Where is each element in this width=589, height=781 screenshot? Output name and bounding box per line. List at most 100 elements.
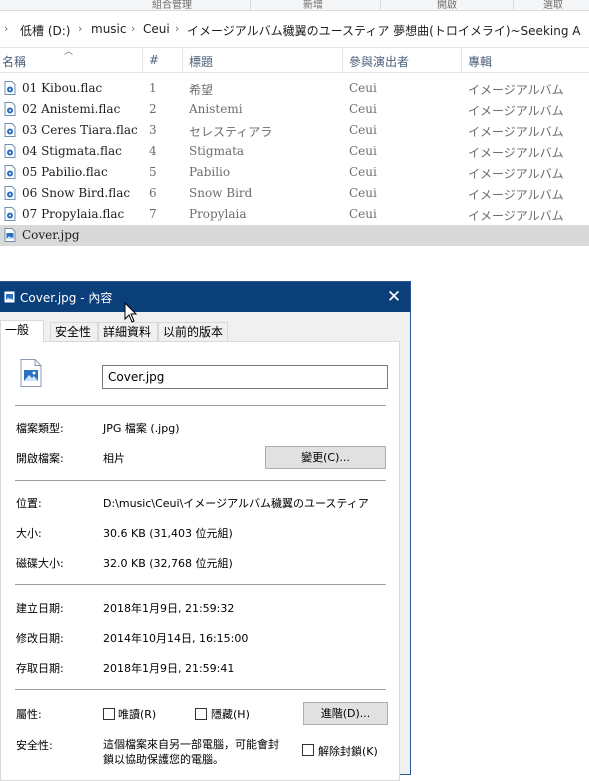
breadcrumb-drive[interactable]: 低槽 (D:): [20, 22, 70, 39]
dialog-title: Cover.jpg - 內容: [20, 291, 113, 305]
properties-dialog: Cover.jpg - 內容 ✕ 一般 安全性 詳細資料 以前的版本 Cover…: [0, 281, 411, 781]
general-panel: Cover.jpg 檔案類型: JPG 檔案 (.jpg) 開啟檔案: 相片 變…: [0, 341, 400, 781]
file-title: 希望: [189, 83, 214, 97]
advanced-button[interactable]: 進階(D)...: [303, 702, 388, 725]
tab-general[interactable]: 一般: [0, 320, 44, 342]
file-row[interactable]: 02 Anistemi.flac 2 Anistemi Ceui イメージアルバ…: [0, 99, 589, 120]
ribbon-group-organize: 組合管理: [152, 0, 192, 11]
file-title: Snow Bird: [189, 186, 253, 200]
column-name[interactable]: 名稱: [2, 53, 26, 70]
column-album[interactable]: 專輯: [468, 53, 492, 70]
breadcrumb-music[interactable]: music: [91, 22, 126, 36]
file-row[interactable]: 06 Snow Bird.flac 6 Snow Bird Ceui イメージア…: [0, 183, 589, 204]
file-row[interactable]: 04 Stigmata.flac 4 Stigmata Ceui イメージアルバ…: [0, 141, 589, 162]
file-title: Anistemi: [189, 102, 243, 116]
file-name: Cover.jpg: [22, 228, 80, 242]
accessed-value: 2018年1月9日, 21:59:41: [103, 662, 235, 675]
size-label: 大小:: [16, 527, 42, 540]
opens-with-label: 開啟檔案:: [16, 452, 64, 465]
file-album: イメージアルバム: [468, 167, 564, 181]
ribbon-group-open: 開啟: [437, 0, 457, 11]
readonly-checkbox[interactable]: [103, 708, 115, 720]
file-artist: Ceui: [349, 144, 377, 158]
security-text-line2: 鎖以協助保護您的電腦。: [103, 753, 224, 766]
file-title: セレスティアラ: [189, 125, 273, 139]
chevron-right-icon[interactable]: ›: [78, 22, 82, 35]
tab-strip: 一般 安全性 詳細資料 以前的版本: [0, 320, 410, 342]
file-row[interactable]: 01 Kibou.flac 1 希望 Ceui イメージアルバム: [0, 78, 589, 99]
breadcrumb-ceui[interactable]: Ceui: [143, 22, 170, 36]
file-artist: Ceui: [349, 165, 377, 179]
audio-file-icon: [4, 102, 16, 116]
modified-label: 修改日期:: [16, 632, 64, 645]
file-number: 5: [149, 165, 157, 179]
column-artist[interactable]: 參與演出者: [349, 53, 409, 70]
file-number: 1: [149, 81, 157, 95]
audio-file-icon: [4, 186, 16, 200]
file-row[interactable]: 05 Pabilio.flac 5 Pabilio Ceui イメージアルバム: [0, 162, 589, 183]
column-number[interactable]: #: [149, 53, 159, 67]
file-row[interactable]: 03 Ceres Tiara.flac 3 セレスティアラ Ceui イメージア…: [0, 120, 589, 141]
file-row-selected[interactable]: Cover.jpg: [0, 225, 589, 246]
file-name: 07 Propylaia.flac: [22, 207, 125, 221]
close-button[interactable]: ✕: [380, 284, 408, 310]
opens-with-value: 相片: [103, 452, 125, 465]
file-album: イメージアルバム: [468, 125, 564, 139]
unblock-checkbox[interactable]: [302, 744, 314, 756]
created-label: 建立日期:: [16, 602, 64, 615]
hidden-label[interactable]: 隱藏(H): [211, 706, 250, 722]
audio-file-icon: [4, 123, 16, 137]
file-name: 01 Kibou.flac: [22, 81, 103, 95]
type-label: 檔案類型:: [16, 422, 64, 435]
security-label: 安全性:: [16, 739, 53, 752]
file-artist: Ceui: [349, 81, 377, 95]
breadcrumb-album[interactable]: イメージアルバム穢翼のユースティア 夢想曲(トロイメライ)~Seeking A: [187, 22, 580, 39]
type-value: JPG 檔案 (.jpg): [103, 422, 180, 435]
image-file-icon: [4, 291, 15, 303]
column-title[interactable]: 標題: [189, 53, 213, 70]
file-artist: Ceui: [349, 102, 377, 116]
location-value: D:\music\Ceui\イメージアルバム穢翼のユースティア: [103, 497, 369, 510]
file-name: 02 Anistemi.flac: [22, 102, 121, 116]
tab-previous-versions[interactable]: 以前的版本: [158, 322, 228, 341]
file-title: Pabilio: [189, 165, 231, 179]
column-header-row: 名稱 # 標題 參與演出者 專輯: [0, 48, 589, 73]
file-number: 7: [149, 207, 157, 221]
image-file-icon: [20, 359, 42, 387]
ribbon-group-labels: 組合管理 新增 開啟 選取: [0, 0, 589, 11]
file-name: 03 Ceres Tiara.flac: [22, 123, 138, 137]
file-number: 3: [149, 123, 157, 137]
file-album: イメージアルバム: [468, 146, 564, 160]
unblock-label[interactable]: 解除封鎖(K): [318, 743, 378, 759]
tab-security[interactable]: 安全性: [50, 322, 98, 341]
file-number: 6: [149, 186, 157, 200]
file-title: Propylaia: [189, 207, 247, 221]
filename-field[interactable]: Cover.jpg: [102, 365, 388, 389]
ribbon-group-new: 新增: [303, 0, 323, 11]
file-album: イメージアルバム: [468, 83, 564, 97]
chevron-right-icon[interactable]: ›: [131, 22, 135, 35]
file-artist: Ceui: [349, 123, 377, 137]
disk-size-label: 磁碟大小:: [16, 557, 64, 570]
file-artist: Ceui: [349, 186, 377, 200]
hidden-checkbox[interactable]: [195, 708, 207, 720]
file-album: イメージアルバム: [468, 188, 564, 202]
change-button[interactable]: 變更(C)...: [265, 446, 386, 469]
dialog-titlebar[interactable]: Cover.jpg - 內容 ✕: [0, 282, 410, 312]
audio-file-icon: [4, 207, 16, 221]
chevron-right-icon[interactable]: ›: [4, 22, 8, 35]
chevron-right-icon[interactable]: ›: [175, 22, 179, 35]
accessed-label: 存取日期:: [16, 662, 64, 675]
disk-size-value: 32.0 KB (32,768 位元組): [103, 557, 233, 570]
readonly-label[interactable]: 唯讀(R): [118, 706, 156, 722]
file-number: 2: [149, 102, 157, 116]
file-name: 06 Snow Bird.flac: [22, 186, 131, 200]
tab-details[interactable]: 詳細資料: [98, 322, 158, 341]
file-row[interactable]: 07 Propylaia.flac 7 Propylaia Ceui イメージア…: [0, 204, 589, 225]
size-value: 30.6 KB (31,403 位元組): [103, 527, 233, 540]
created-value: 2018年1月9日, 21:59:32: [103, 602, 235, 615]
location-label: 位置:: [16, 497, 42, 510]
address-bar[interactable]: › 低槽 (D:) › music › Ceui › イメージアルバム穢翼のユー…: [0, 11, 589, 48]
file-number: 4: [149, 144, 157, 158]
image-file-icon: [4, 228, 16, 242]
